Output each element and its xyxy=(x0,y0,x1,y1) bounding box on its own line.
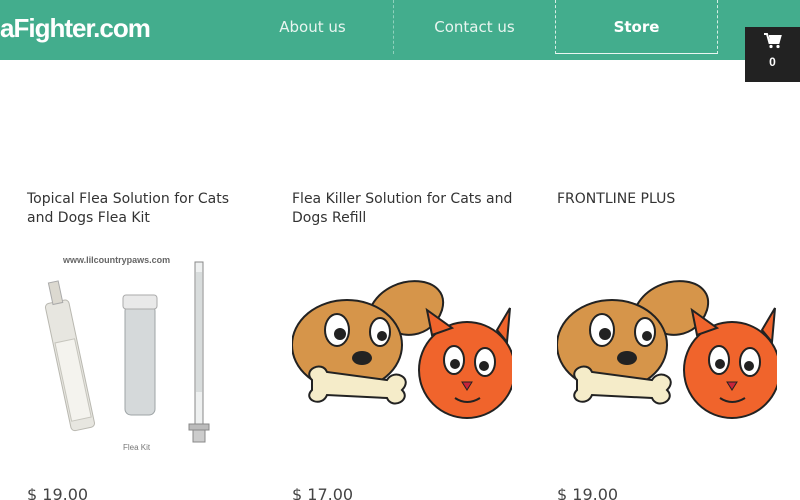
cart-count: 0 xyxy=(769,55,776,69)
nav-contact-us[interactable]: Contact us xyxy=(393,0,556,54)
product-card: Flea Killer Solution for Cats and Dogs R… xyxy=(292,190,522,500)
product-card: Topical Flea Solution for Cats and Dogs … xyxy=(27,190,257,500)
image-caption: Flea Kit xyxy=(123,443,151,452)
nav-about-us[interactable]: About us xyxy=(231,0,394,54)
product-title[interactable]: Flea Killer Solution for Cats and Dogs R… xyxy=(292,190,522,240)
product-image-dog-cat[interactable] xyxy=(292,250,512,460)
product-title[interactable]: Topical Flea Solution for Cats and Dogs … xyxy=(27,190,257,240)
product-card: FRONTLINE PLUS $ 19.00 xyxy=(557,190,787,500)
site-logo[interactable]: aFighter.com xyxy=(0,13,151,44)
product-image-dog-cat[interactable] xyxy=(557,250,777,460)
product-image-flea-kit[interactable]: www.lilcountrypaws.com Flea Kit xyxy=(27,250,247,460)
image-watermark: www.lilcountrypaws.com xyxy=(62,255,170,265)
nav-store[interactable]: Store xyxy=(555,0,718,54)
cart-icon xyxy=(764,33,782,49)
cart-button[interactable]: 0 xyxy=(745,27,800,82)
product-price: $ 19.00 xyxy=(27,485,89,500)
product-title[interactable]: FRONTLINE PLUS xyxy=(557,190,787,240)
product-price: $ 17.00 xyxy=(292,485,354,500)
site-header: aFighter.com About us Contact us Store xyxy=(0,0,800,60)
product-price: $ 19.00 xyxy=(557,485,619,500)
